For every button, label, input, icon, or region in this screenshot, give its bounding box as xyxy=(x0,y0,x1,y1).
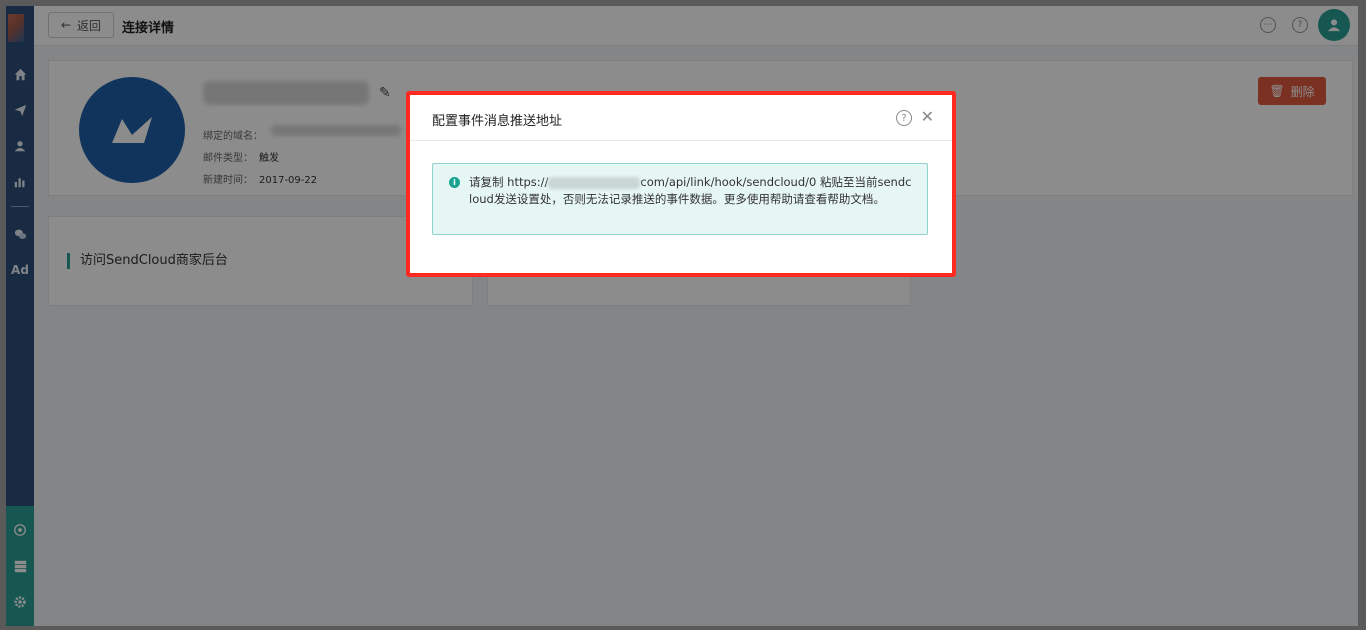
modal-header: 配置事件消息推送地址 ? ✕ xyxy=(410,95,952,141)
alert-message-prefix: 请复制 https:// xyxy=(469,175,549,189)
alert-message: 请复制 https://com/api/link/hook/sendcloud/… xyxy=(469,174,913,208)
close-icon[interactable]: ✕ xyxy=(921,107,934,126)
url-host-redacted xyxy=(548,176,641,189)
info-icon: i xyxy=(449,177,460,188)
info-alert: i 请复制 https://com/api/link/hook/sendclou… xyxy=(432,163,928,235)
question-icon[interactable]: ? xyxy=(896,110,912,126)
modal-title: 配置事件消息推送地址 xyxy=(432,114,563,129)
app-frame: Ad ← 返回 连接详情 ⋯ ? ✎ 绑定的域名： 邮件类型： 触发 新建时间：… xyxy=(6,6,1358,626)
webhook-config-modal: 配置事件消息推送地址 ? ✕ i 请复制 https://com/api/lin… xyxy=(410,95,952,273)
